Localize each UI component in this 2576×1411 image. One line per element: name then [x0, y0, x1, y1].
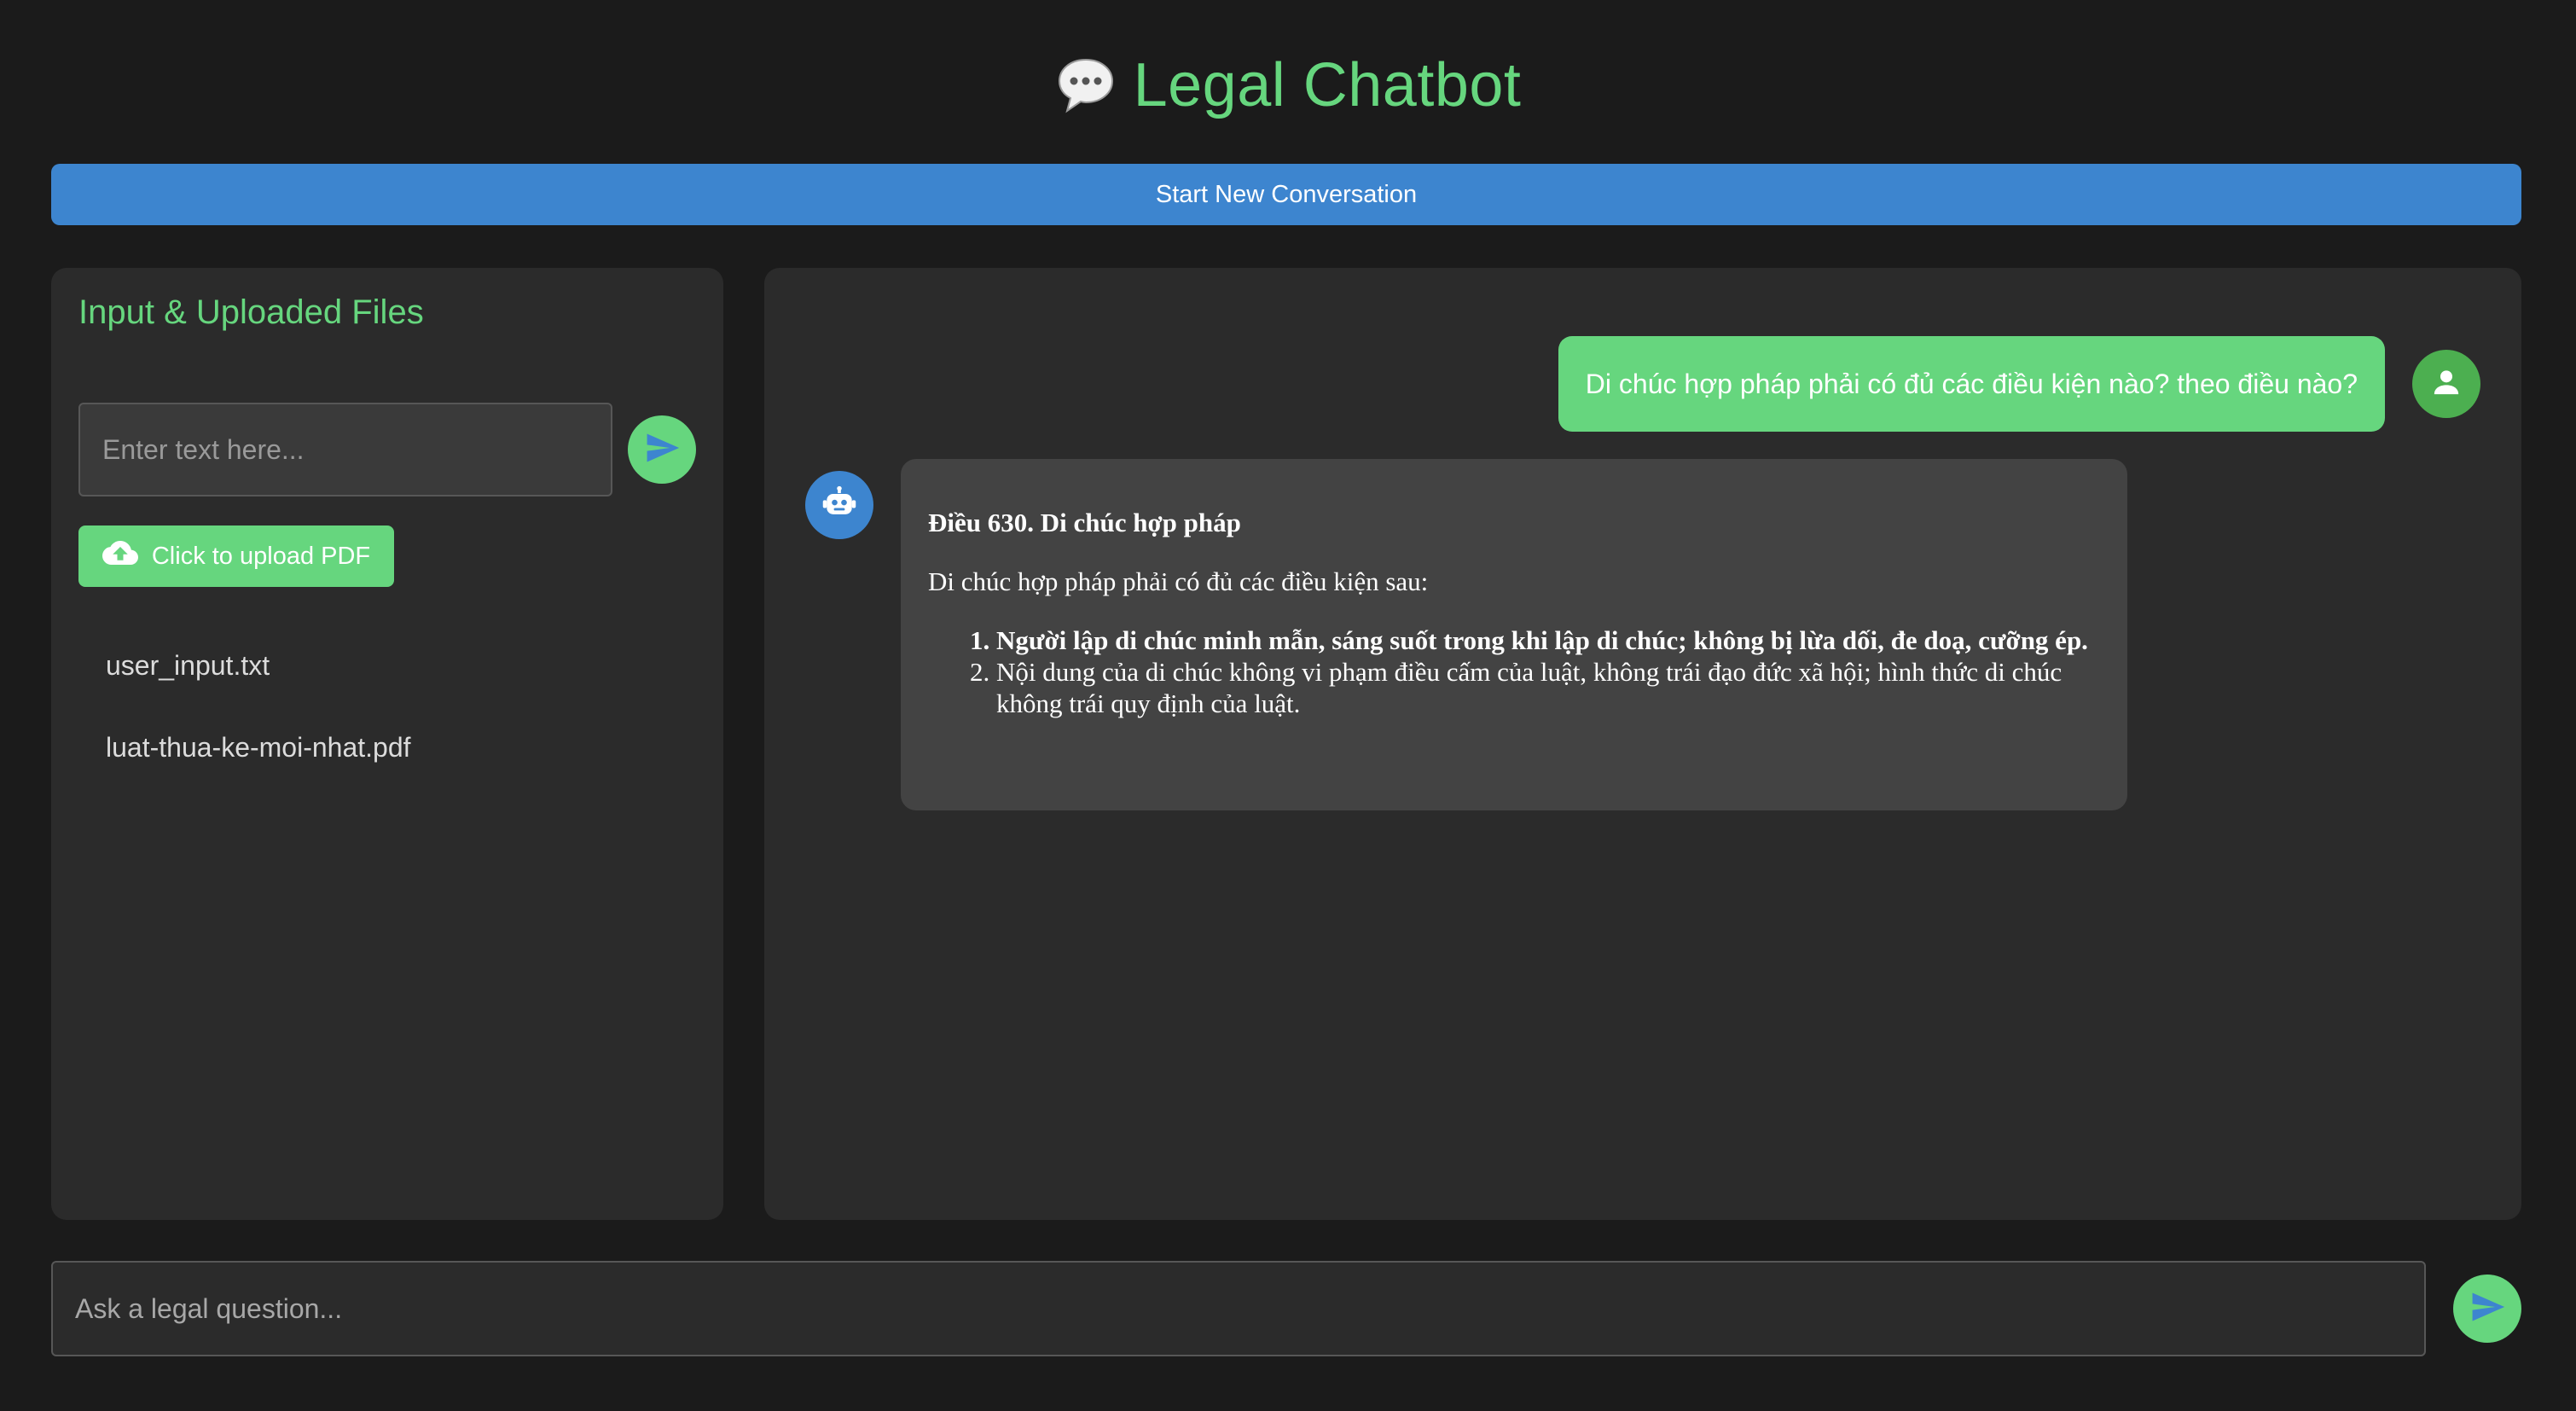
article-intro: Di chúc hợp pháp phải có đủ các điều kiệ…: [928, 566, 1429, 596]
article-title: Điều 630. Di chúc hợp pháp: [928, 508, 1241, 537]
chat-panel: Di chúc hợp pháp phải có đủ các điều kiệ…: [764, 268, 2521, 1220]
panel-title: Input & Uploaded Files: [78, 293, 424, 331]
start-new-conversation-label: Start New Conversation: [1155, 180, 1418, 208]
upload-pdf-button[interactable]: Click to upload PDF: [78, 525, 394, 587]
file-item[interactable]: luat-thua-ke-moi-nhat.pdf: [106, 732, 411, 814]
condition-item: Nội dung của di chúc không vi phạm điều …: [996, 656, 2097, 719]
conditions-list: Người lập di chúc minh mẫn, sáng suốt tr…: [928, 624, 2097, 719]
condition-item: Người lập di chúc minh mẫn, sáng suốt tr…: [996, 624, 2097, 656]
text-input[interactable]: [78, 403, 612, 496]
robot-icon: [821, 485, 858, 526]
upload-pdf-label: Click to upload PDF: [151, 542, 371, 570]
user-message-bubble: Di chúc hợp pháp phải có đủ các điều kiệ…: [1558, 336, 2385, 432]
send-icon: [2469, 1288, 2506, 1330]
user-avatar: [2412, 350, 2480, 418]
cloud-upload-icon: [102, 535, 138, 578]
send-icon: [643, 429, 681, 471]
send-question-button[interactable]: [2453, 1275, 2521, 1343]
uploaded-files-list: user_input.txt luat-thua-ke-moi-nhat.pdf: [106, 650, 411, 814]
bot-avatar: [805, 471, 873, 539]
app-header: Legal Chatbot: [0, 44, 2576, 126]
start-new-conversation-button[interactable]: Start New Conversation: [51, 164, 2521, 225]
speech-bubble-icon: [1055, 55, 1117, 116]
bot-message-bubble: Điều 630. Di chúc hợp pháp Di chúc hợp p…: [901, 459, 2127, 810]
input-files-panel: Input & Uploaded Files Click to upload P…: [51, 268, 723, 1220]
send-text-button[interactable]: [628, 415, 696, 484]
file-item[interactable]: user_input.txt: [106, 650, 411, 732]
user-message-text: Di chúc hợp pháp phải có đủ các điều kiệ…: [1585, 368, 2358, 399]
app-title: Legal Chatbot: [1133, 51, 1522, 119]
person-icon: [2429, 365, 2463, 404]
question-input[interactable]: [51, 1261, 2426, 1356]
